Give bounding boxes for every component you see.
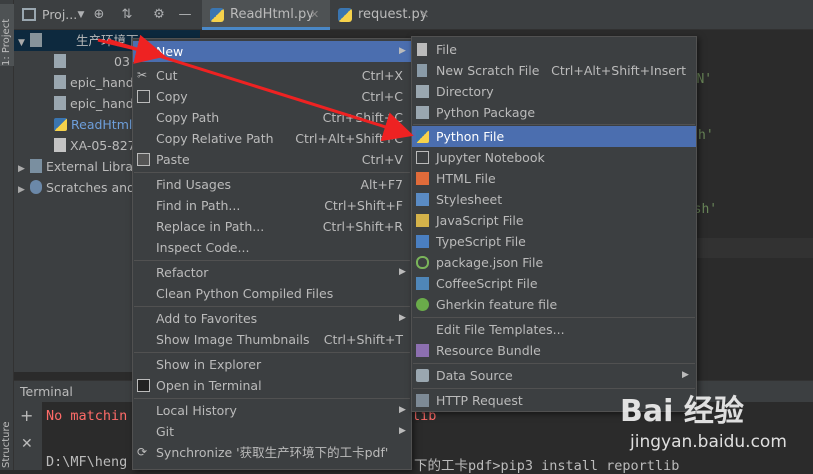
submenu-item-jupyter-notebook[interactable]: Jupyter Notebook — [412, 147, 696, 168]
context-menu: New ▶ ✂ Cut Ctrl+X Copy Ctrl+C Copy Path… — [132, 38, 412, 470]
menu-item-copy-path[interactable]: Copy Path Ctrl+Shift+C — [133, 107, 411, 128]
watermark-url: jingyan.baidu.com — [630, 432, 787, 452]
add-icon[interactable]: + — [20, 406, 33, 425]
tree-item[interactable]: epic_handl — [54, 72, 137, 93]
sync-icon: ⟳ — [137, 445, 148, 459]
typescript-icon — [416, 235, 429, 248]
database-icon — [416, 369, 429, 382]
menu-item-open-in-terminal[interactable]: Open in Terminal — [133, 375, 411, 396]
terminal-title: Terminal — [20, 384, 73, 399]
submenu-item-typescript-file[interactable]: TypeScript File — [412, 231, 696, 252]
tab-label: request.py — [358, 7, 428, 22]
javascript-icon — [416, 214, 429, 227]
resource-bundle-icon — [416, 344, 429, 357]
close-icon[interactable]: ✕ — [420, 8, 429, 21]
file-icon — [417, 43, 427, 56]
close-icon[interactable]: ✕ — [21, 436, 33, 452]
watermark-logo: Bai 经验 — [620, 394, 744, 429]
submenu-item-javascript-file[interactable]: JavaScript File — [412, 210, 696, 231]
submenu-item-package-json[interactable]: package.json File — [412, 252, 696, 273]
menu-item-cut[interactable]: ✂ Cut Ctrl+X — [133, 65, 411, 86]
scissors-icon: ✂ — [137, 68, 148, 82]
menu-item-copy[interactable]: Copy Ctrl+C — [133, 86, 411, 107]
submenu-item-edit-file-templates[interactable]: Edit File Templates... — [412, 319, 696, 340]
locate-icon[interactable]: ⊕ — [90, 6, 108, 24]
submenu-item-data-source[interactable]: Data Source ▶ — [412, 365, 696, 386]
project-icon — [22, 8, 36, 21]
close-icon[interactable]: ✕ — [310, 8, 319, 21]
folder-icon — [416, 85, 429, 98]
tab-readhtml[interactable]: ReadHtml.py ✕ — [202, 0, 330, 30]
submenu-item-resource-bundle[interactable]: Resource Bundle — [412, 340, 696, 361]
tree-item[interactable]: XA-05-827 — [54, 135, 136, 156]
terminal-icon — [137, 379, 150, 392]
editor-tab-bar: ReadHtml.py ✕ request.py ✕ — [200, 0, 813, 30]
copy-icon — [137, 90, 150, 103]
tree-item-readhtml[interactable]: ReadHtml. — [54, 114, 136, 135]
package-icon — [416, 106, 429, 119]
hide-icon[interactable]: — — [176, 6, 194, 24]
tree-scratches[interactable]: ▶ Scratches and — [18, 177, 135, 198]
menu-item-paste[interactable]: Paste Ctrl+V — [133, 149, 411, 170]
scratch-file-icon — [417, 64, 427, 77]
menu-item-inspect-code[interactable]: Inspect Code... — [133, 237, 411, 258]
menu-item-copy-relative-path[interactable]: Copy Relative Path Ctrl+Alt+Shift+C — [133, 128, 411, 149]
submenu-item-coffeescript-file[interactable]: CoffeeScript File — [412, 273, 696, 294]
menu-item-add-to-favorites[interactable]: Add to Favorites ▶ — [133, 308, 411, 329]
python-file-icon — [210, 8, 224, 22]
submenu-item-directory[interactable]: Directory — [412, 81, 696, 102]
html-icon — [416, 172, 429, 185]
menu-item-show-in-explorer[interactable]: Show in Explorer — [133, 354, 411, 375]
gear-icon[interactable]: ⚙ — [150, 6, 168, 24]
submenu-item-gherkin-feature-file[interactable]: Gherkin feature file — [412, 294, 696, 315]
coffeescript-icon — [416, 277, 429, 290]
submenu-item-file[interactable]: File — [412, 39, 696, 60]
submenu-item-html-file[interactable]: HTML File — [412, 168, 696, 189]
baidu-watermark: Bai 经验 jingyan.baidu.com — [612, 386, 812, 470]
submenu-item-new-scratch-file[interactable]: New Scratch File Ctrl+Alt+Shift+Insert — [412, 60, 696, 81]
terminal-side-toolbar: + ✕ — [14, 402, 42, 470]
terminal-error: No matchin — [46, 408, 128, 424]
menu-item-find-usages[interactable]: Find Usages Alt+F7 — [133, 174, 411, 195]
menu-item-git[interactable]: Git ▶ — [133, 421, 411, 442]
python-file-icon — [338, 8, 352, 22]
submenu-item-python-file[interactable]: Python File — [412, 126, 696, 147]
menu-item-new[interactable]: New ▶ — [133, 41, 411, 62]
paste-icon — [137, 153, 150, 166]
gherkin-icon — [416, 298, 429, 311]
left-tool-stripe: 1: Project Structure — [0, 0, 14, 470]
terminal-prompt: D:\MF\heng — [46, 454, 128, 470]
menu-item-clean-python[interactable]: Clean Python Compiled Files — [133, 283, 411, 304]
menu-item-find-in-path[interactable]: Find in Path... Ctrl+Shift+F — [133, 195, 411, 216]
submenu-item-stylesheet[interactable]: Stylesheet — [412, 189, 696, 210]
tree-item[interactable]: epic_handl — [54, 93, 137, 114]
menu-item-refactor[interactable]: Refactor ▶ — [133, 262, 411, 283]
css-icon — [416, 193, 429, 206]
submenu-item-python-package[interactable]: Python Package — [412, 102, 696, 123]
tab-label: ReadHtml.py — [230, 7, 314, 22]
code-line: h' — [698, 128, 714, 143]
collapse-icon[interactable]: ⇅ — [118, 6, 136, 24]
notebook-icon — [416, 151, 429, 164]
tree-external-libraries[interactable]: ▶ External Libra — [18, 156, 133, 177]
project-tool-tab[interactable]: 1: Project — [0, 4, 14, 66]
menu-item-replace-in-path[interactable]: Replace in Path... Ctrl+Shift+R — [133, 216, 411, 237]
menu-item-synchronize[interactable]: ⟳ Synchronize '获取生产环境下的工卡pdf' — [133, 442, 411, 463]
menu-item-local-history[interactable]: Local History ▶ — [133, 400, 411, 421]
menu-item-show-image-thumbnails[interactable]: Show Image Thumbnails Ctrl+Shift+T — [133, 329, 411, 350]
python-icon — [416, 130, 429, 143]
http-icon — [416, 394, 429, 407]
dropdown-icon[interactable]: ▼ — [72, 6, 90, 24]
structure-tool-tab[interactable]: Structure — [0, 408, 14, 468]
nodejs-icon — [416, 256, 429, 269]
tree-item[interactable]: 03 — [54, 51, 130, 72]
project-tool-window-header: Proj... ▼ ⊕ ⇅ ⚙ — — [14, 0, 200, 30]
new-submenu: File New Scratch File Ctrl+Alt+Shift+Ins… — [411, 36, 697, 412]
tab-request[interactable]: request.py ✕ — [330, 0, 440, 30]
